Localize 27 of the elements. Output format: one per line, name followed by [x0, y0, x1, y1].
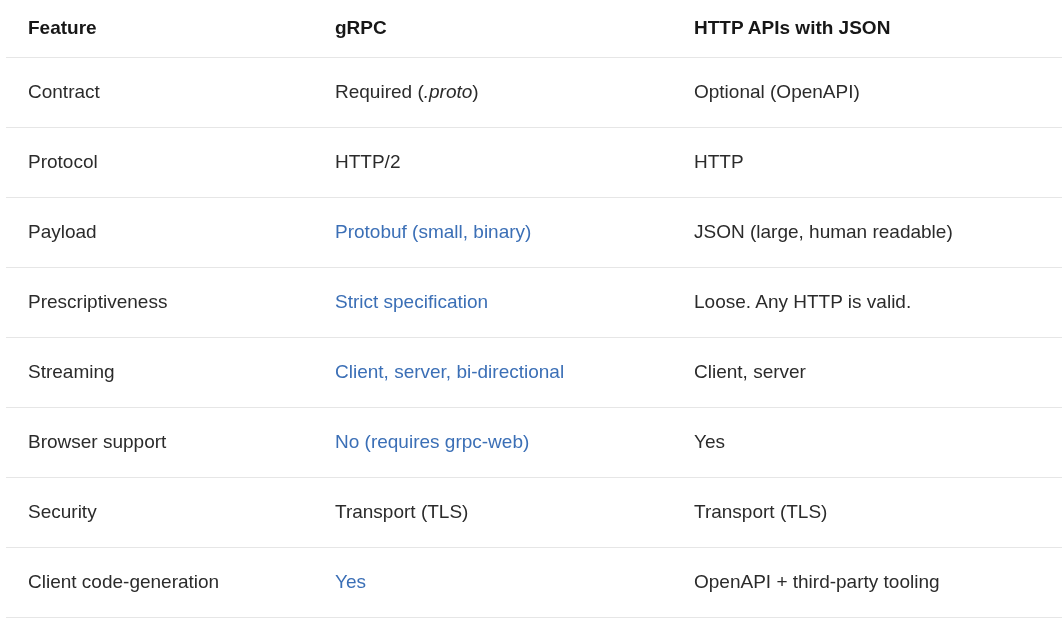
table-cell-text: Required (.proto) [334, 80, 480, 105]
table-cell-text: Contract [27, 80, 101, 105]
table-cell-text: Client, server [693, 360, 807, 385]
table-cell-text: Loose. Any HTTP is valid. [693, 290, 913, 315]
table-cell-text: Payload [27, 220, 98, 245]
table-cell-text: Browser support [27, 430, 168, 455]
column-header: HTTP APIs with JSON [693, 16, 892, 41]
table-cell-text: Client code-generation [27, 570, 221, 595]
table-cell-text: Transport (TLS) [693, 500, 829, 525]
table-cell-text: Transport (TLS) [334, 500, 470, 525]
table-cell-text: Prescriptiveness [27, 290, 169, 315]
table-cell-text: Strict specification [334, 290, 490, 315]
table-cell-text: No (requires grpc-web) [334, 430, 531, 455]
table-cell-text: Protocol [27, 150, 99, 175]
table-cell-text: Security [27, 500, 98, 525]
table-cell-text: HTTP [693, 150, 745, 175]
column-header: gRPC [334, 16, 388, 41]
table-cell-text: JSON (large, human readable) [693, 220, 954, 245]
table-cell-text: Yes [693, 430, 726, 455]
table-cell-text: Client, server, bi-directional [334, 360, 566, 385]
table-cell-text: Streaming [27, 360, 116, 385]
table-cell-text: Protobuf (small, binary) [334, 220, 533, 245]
table-cell-text: Yes [334, 570, 367, 595]
column-header: Feature [27, 16, 98, 41]
table-cell-text: OpenAPI + third-party tooling [693, 570, 941, 595]
table-cell-text: HTTP/2 [334, 150, 402, 175]
table-cell-text: Optional (OpenAPI) [693, 80, 861, 105]
